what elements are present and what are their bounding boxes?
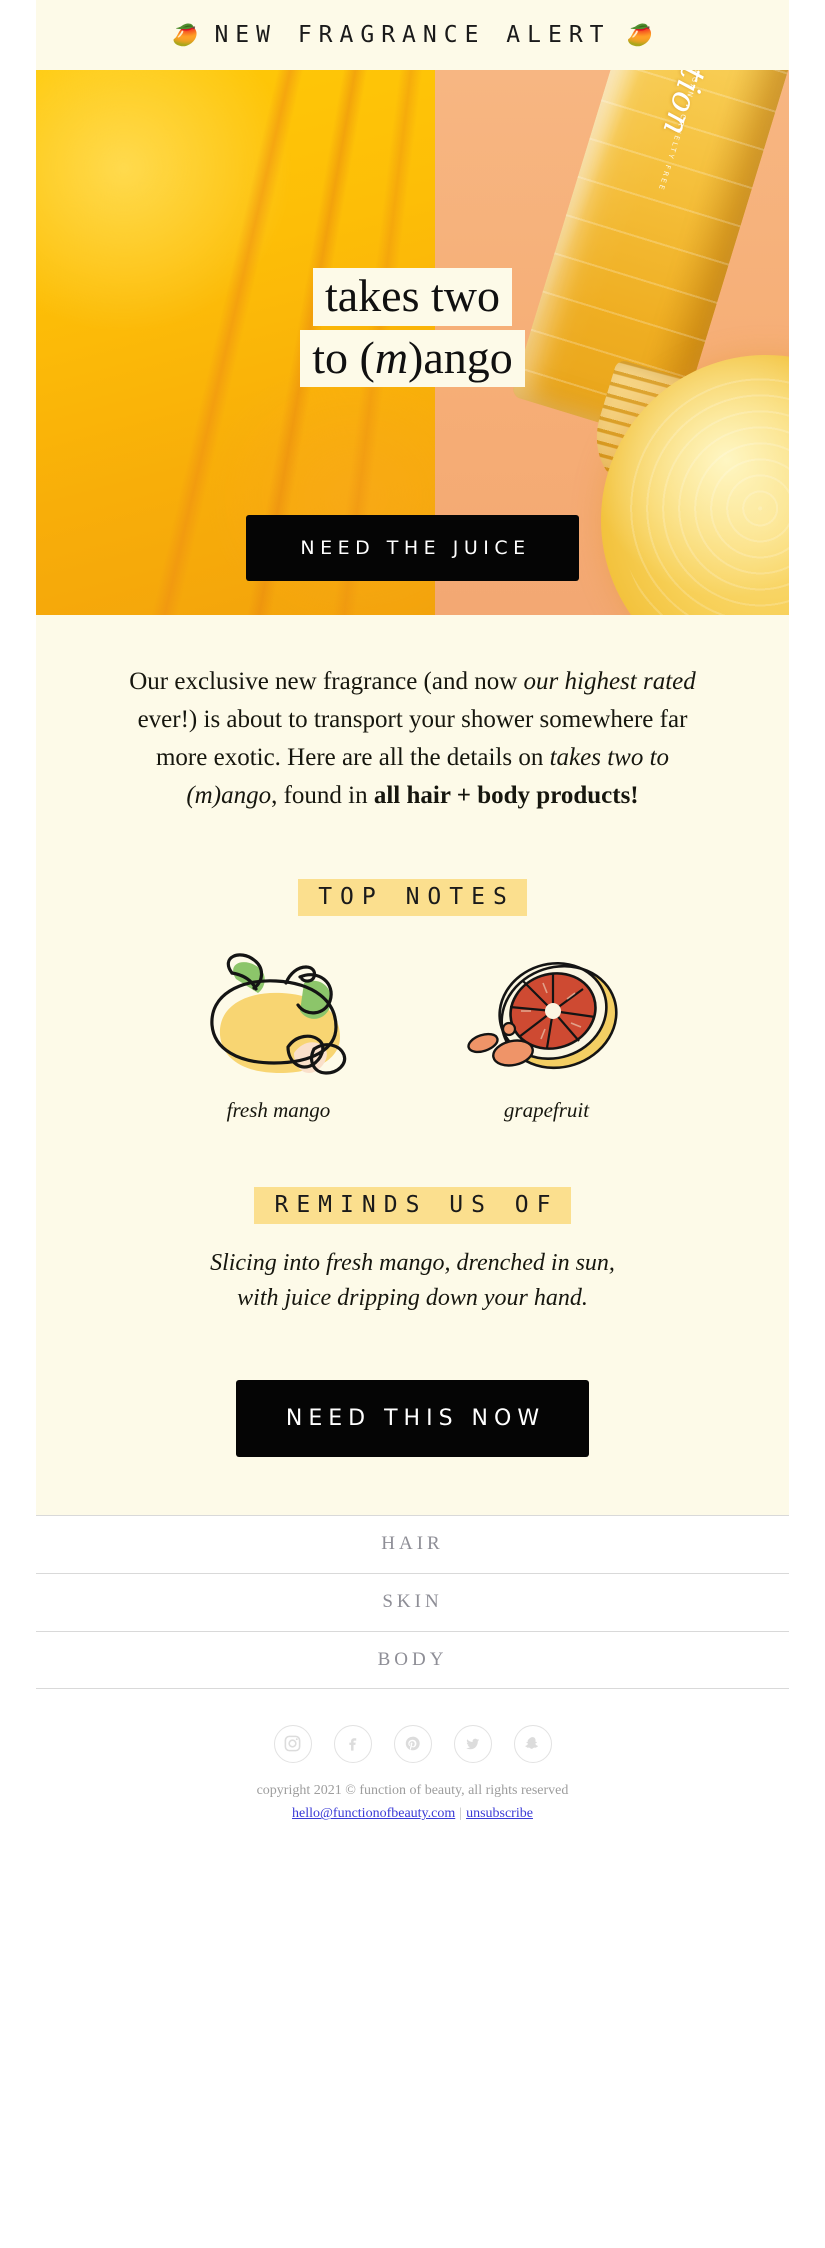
intro-italic-1: our highest rated <box>523 668 696 695</box>
facebook-icon[interactable] <box>333 1724 372 1763</box>
snapchat-icon[interactable] <box>513 1724 552 1763</box>
headline-pre: to ( <box>312 331 375 383</box>
legal-links: hello@functionofbeauty.com | unsubscribe <box>36 1802 789 1826</box>
headline-post: )ango <box>408 331 513 383</box>
hero-banner: function VEGAN • CRUELTY FREE takes two … <box>36 70 789 615</box>
note-item-mango: fresh mango <box>184 942 374 1123</box>
note-item-grapefruit: grapefruit <box>452 942 642 1123</box>
link-separator: | <box>459 1806 463 1822</box>
unsubscribe-link[interactable]: unsubscribe <box>466 1806 533 1821</box>
intro-bold: all hair + body products! <box>373 782 639 809</box>
reminds-us-of-heading-text: REMINDS US OF <box>254 1187 571 1224</box>
hero-headline-line-2: to (m)ango <box>300 329 525 388</box>
mango-icon-left: 🥭 <box>172 22 199 47</box>
social-links <box>36 1688 789 1773</box>
reminds-copy-line-1: Slicing into fresh mango, drenched in su… <box>210 1250 615 1276</box>
legal-footer: copyright 2021 © function of beauty, all… <box>36 1772 789 1853</box>
instagram-icon[interactable] <box>273 1724 312 1763</box>
need-this-now-button[interactable]: NEED THIS NOW <box>235 1379 590 1457</box>
intro-part-3: , found in <box>271 782 374 809</box>
note-label-mango: fresh mango <box>226 1098 331 1122</box>
twitter-icon[interactable] <box>453 1724 492 1763</box>
mango-illustration-svg <box>209 952 346 1075</box>
body-section: Our exclusive new fragrance (and now our… <box>36 615 789 1515</box>
hero-headline: takes two to (m)ango <box>36 268 789 391</box>
email-container: 🥭 NEW FRAGRANCE ALERT 🥭 function VEGAN •… <box>0 0 825 1853</box>
top-notes-list: fresh mango grapefruit <box>110 942 715 1123</box>
mango-illustration <box>184 942 374 1092</box>
reminds-copy-line-2: with juice dripping down your hand. <box>237 1284 588 1311</box>
copyright-text: copyright 2021 © function of beauty, all… <box>256 1782 569 1798</box>
intro-part-1: Our exclusive new fragrance (and now <box>129 668 524 695</box>
hero-headline-line-1: takes two <box>312 268 512 326</box>
grapefruit-illustration <box>452 942 642 1092</box>
footer-link-body[interactable]: BODY <box>36 1630 789 1689</box>
mango-icon-right: 🥭 <box>626 22 653 47</box>
intro-paragraph: Our exclusive new fragrance (and now our… <box>110 663 715 815</box>
hero-cta-container: NEED THE JUICE <box>36 515 789 581</box>
alert-banner-text: NEW FRAGRANCE ALERT <box>214 22 611 48</box>
footer-link-hair[interactable]: HAIR <box>36 1514 789 1573</box>
fragrance-alert-bar: 🥭 NEW FRAGRANCE ALERT 🥭 <box>36 0 789 70</box>
top-notes-heading-text: TOP NOTES <box>298 879 527 916</box>
footer-navigation: HAIR SKIN BODY <box>36 1514 789 1689</box>
top-notes-heading: TOP NOTES <box>110 879 715 916</box>
secondary-cta-container: NEED THIS NOW <box>110 1379 715 1515</box>
headline-italic-m: m <box>374 331 409 383</box>
note-label-grapefruit: grapefruit <box>503 1098 590 1122</box>
reminds-us-of-copy: Slicing into fresh mango, drenched in su… <box>110 1246 715 1316</box>
footer-link-skin[interactable]: SKIN <box>36 1572 789 1631</box>
pinterest-icon[interactable] <box>393 1724 432 1763</box>
grapefruit-illustration-svg <box>466 961 618 1069</box>
reminds-us-of-heading: REMINDS US OF <box>110 1187 715 1224</box>
contact-email-link[interactable]: hello@functionofbeauty.com <box>292 1806 455 1821</box>
need-the-juice-button[interactable]: NEED THE JUICE <box>246 515 579 581</box>
